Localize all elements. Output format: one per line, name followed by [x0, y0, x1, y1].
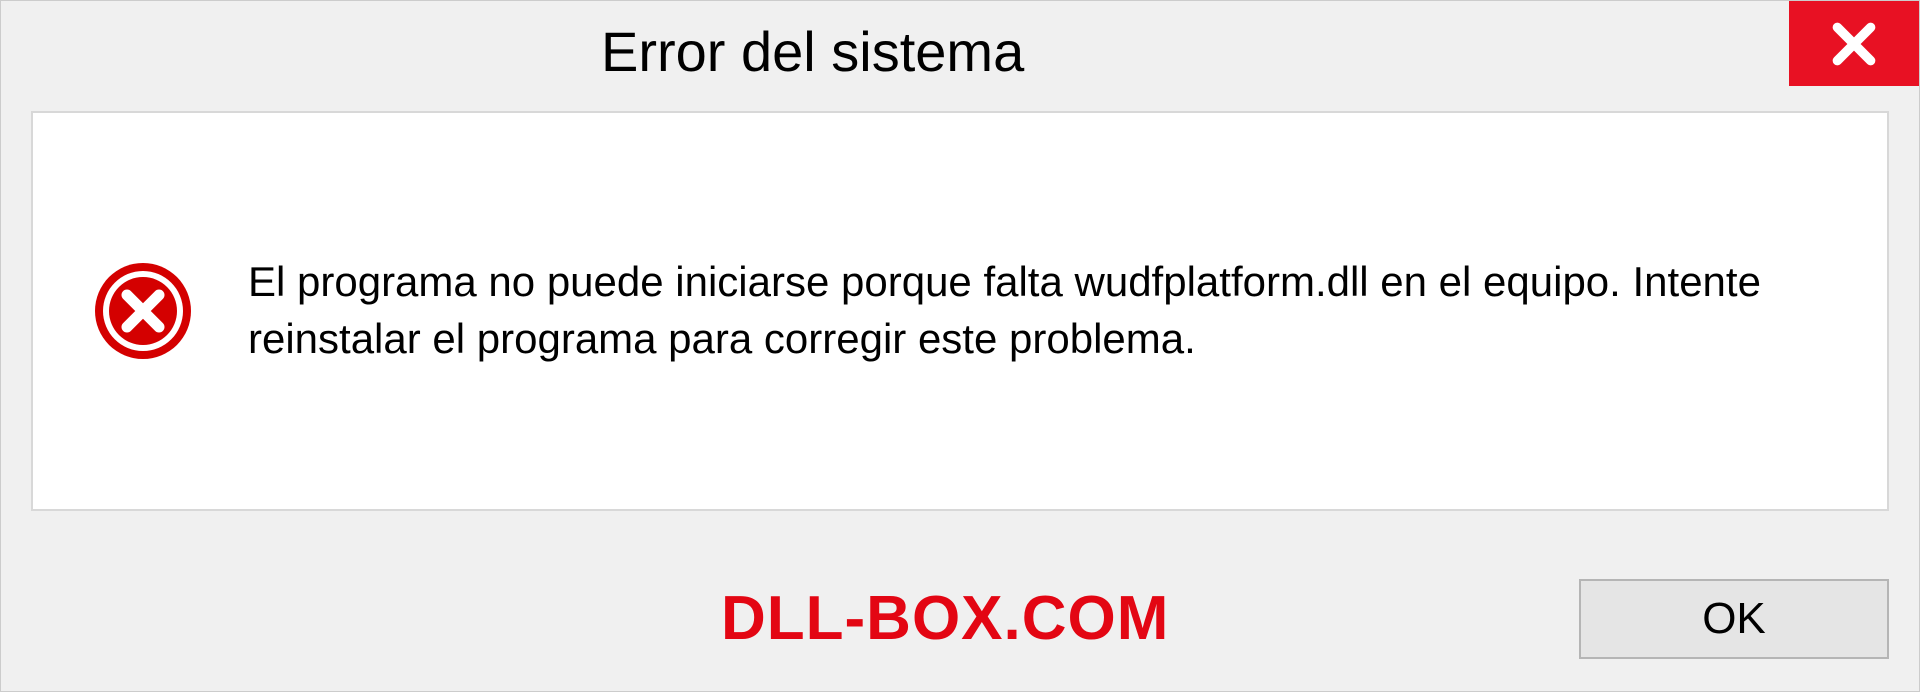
- ok-button[interactable]: OK: [1579, 579, 1889, 659]
- close-button[interactable]: [1789, 1, 1919, 86]
- watermark-text: DLL-BOX.COM: [721, 583, 1169, 654]
- error-icon: [93, 261, 193, 361]
- titlebar: Error del sistema: [1, 1, 1919, 101]
- close-icon: [1829, 19, 1879, 69]
- content-panel: El programa no puede iniciarse porque fa…: [31, 111, 1889, 511]
- footer: DLL-BOX.COM OK: [1, 546, 1919, 691]
- error-message: El programa no puede iniciarse porque fa…: [248, 254, 1827, 367]
- dialog-title: Error del sistema: [601, 19, 1024, 84]
